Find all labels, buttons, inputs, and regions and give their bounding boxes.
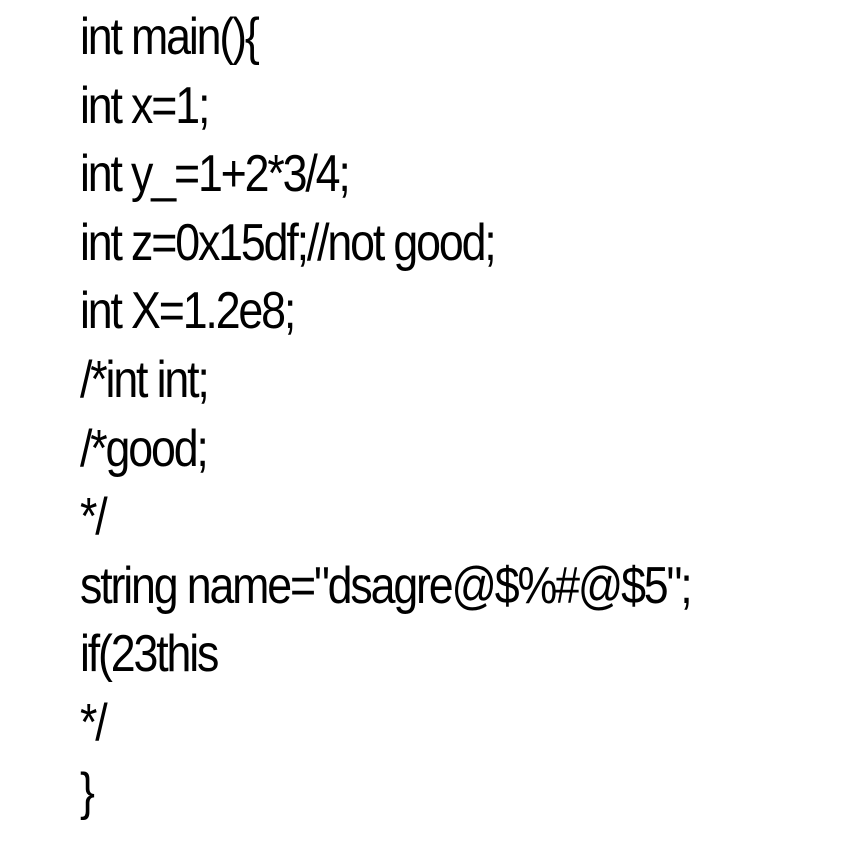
code-listing: int main(){ int x=1; int y_=1+2*3/4; int…: [80, 3, 790, 826]
code-line-1: int main(){: [80, 8, 260, 66]
code-line-3: int y_=1+2*3/4;: [80, 145, 351, 204]
code-line-4: int z=0x15df;//not good;: [80, 213, 497, 272]
code-line-9: string name="dsagre@$%#@$5";: [80, 556, 693, 615]
code-line-8: */: [80, 488, 108, 547]
code-line-2: int x=1;: [80, 76, 210, 135]
code-line-7: /*good;: [80, 419, 209, 478]
code-line-6: /*int int;: [80, 350, 210, 409]
code-line-11: */: [80, 693, 108, 752]
code-line-10: if(23this: [80, 625, 219, 684]
code-line-5: int X=1.2e8;: [80, 282, 296, 341]
code-line-12: }: [80, 762, 95, 821]
